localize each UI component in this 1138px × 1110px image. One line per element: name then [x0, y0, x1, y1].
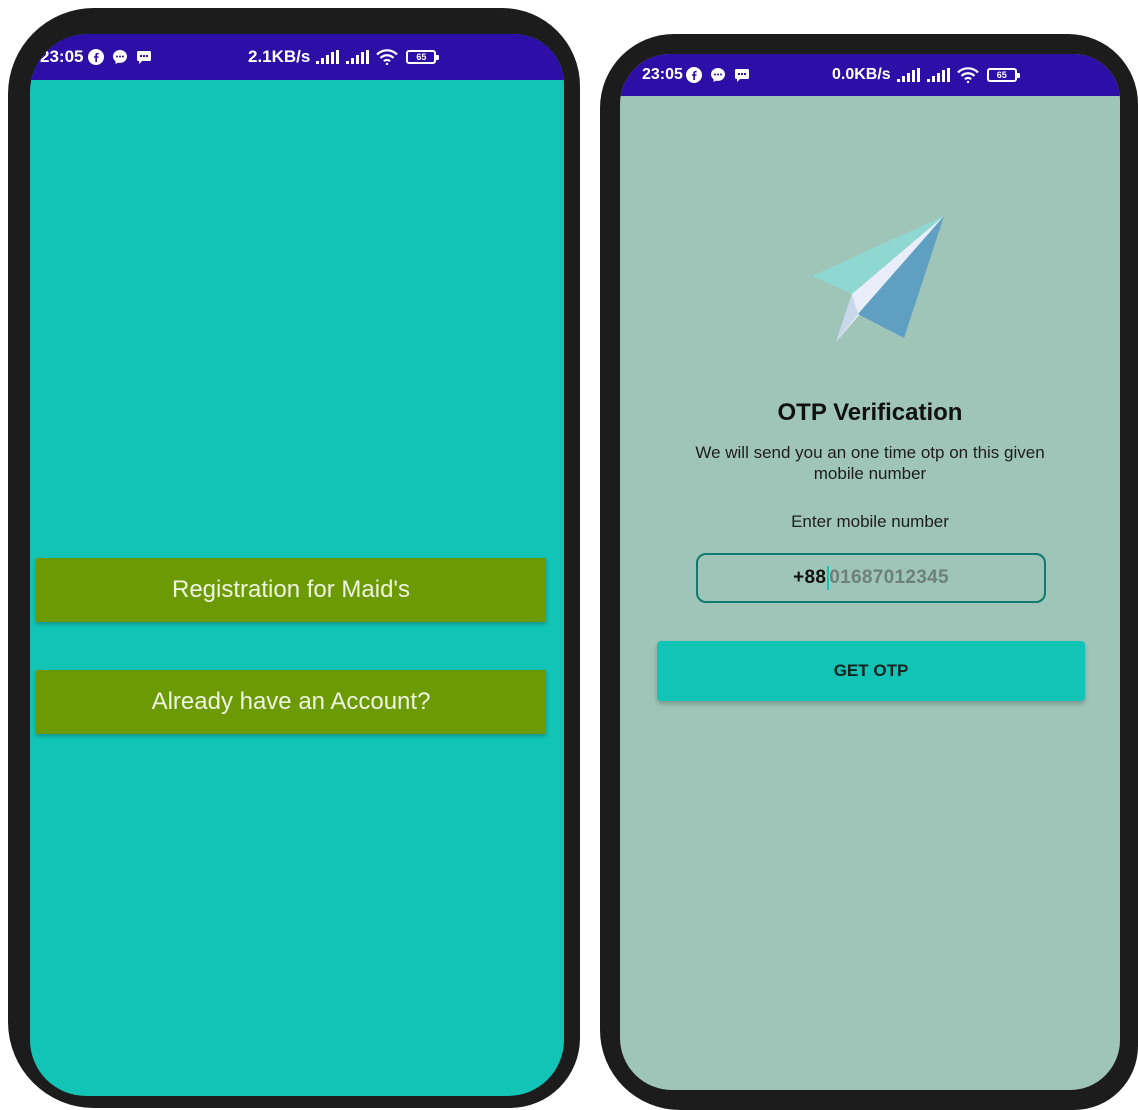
welcome-screen: 23:05 2.1KB/s 65 Registration for Maid's…: [30, 34, 564, 1096]
mobile-number-input[interactable]: +88 01687012345: [696, 553, 1046, 603]
country-code: +88: [793, 567, 827, 588]
stage: 23:05 2.1KB/s 65 Registration for Maid's…: [0, 0, 1138, 1110]
registration-button[interactable]: Registration for Maid's: [36, 558, 546, 622]
status-right: 0.0KB/s 65: [832, 66, 1020, 84]
status-time: 23:05: [40, 47, 84, 66]
login-button[interactable]: Already have an Account?: [36, 670, 546, 734]
get-otp-button[interactable]: GET OTP: [657, 641, 1085, 701]
messenger-icon: [112, 49, 128, 65]
notification-icons: [88, 49, 152, 65]
phone-frame-right: 23:05 0.0KB/s 65 OTP Verification We wil…: [600, 34, 1138, 1110]
otp-description: We will send you an one time otp on this…: [695, 443, 1045, 483]
wifi-icon: [956, 67, 979, 83]
signal-icon: [346, 50, 370, 64]
status-bar: 23:05 2.1KB/s 65: [30, 34, 564, 80]
battery-icon: 65: [406, 50, 440, 64]
otp-screen: 23:05 0.0KB/s 65 OTP Verification We wil…: [620, 54, 1120, 1090]
phone-frame-left: 23:05 2.1KB/s 65 Registration for Maid's…: [8, 8, 580, 1108]
status-bar: 23:05 0.0KB/s 65: [620, 54, 1120, 96]
network-speed: 0.0KB/s: [832, 66, 891, 83]
status-time: 23:05: [642, 66, 683, 83]
signal-icon: [926, 68, 951, 82]
sms-icon: [734, 67, 750, 83]
status-right: 2.1KB/s 65: [248, 47, 440, 67]
notification-icons: [686, 67, 750, 83]
battery-icon: 65: [986, 68, 1020, 82]
sms-icon: [136, 49, 152, 65]
mobile-number-placeholder: 01687012345: [829, 567, 949, 588]
signal-icon: [316, 50, 340, 64]
facebook-icon: [88, 49, 104, 65]
network-speed: 2.1KB/s: [248, 47, 311, 66]
paper-plane-icon: [792, 214, 952, 354]
signal-icon: [896, 68, 921, 82]
facebook-icon: [686, 67, 702, 83]
wifi-icon: [376, 49, 399, 65]
messenger-icon: [710, 67, 726, 83]
page-title: OTP Verification: [777, 399, 963, 426]
mobile-number-label: Enter mobile number: [791, 512, 949, 531]
